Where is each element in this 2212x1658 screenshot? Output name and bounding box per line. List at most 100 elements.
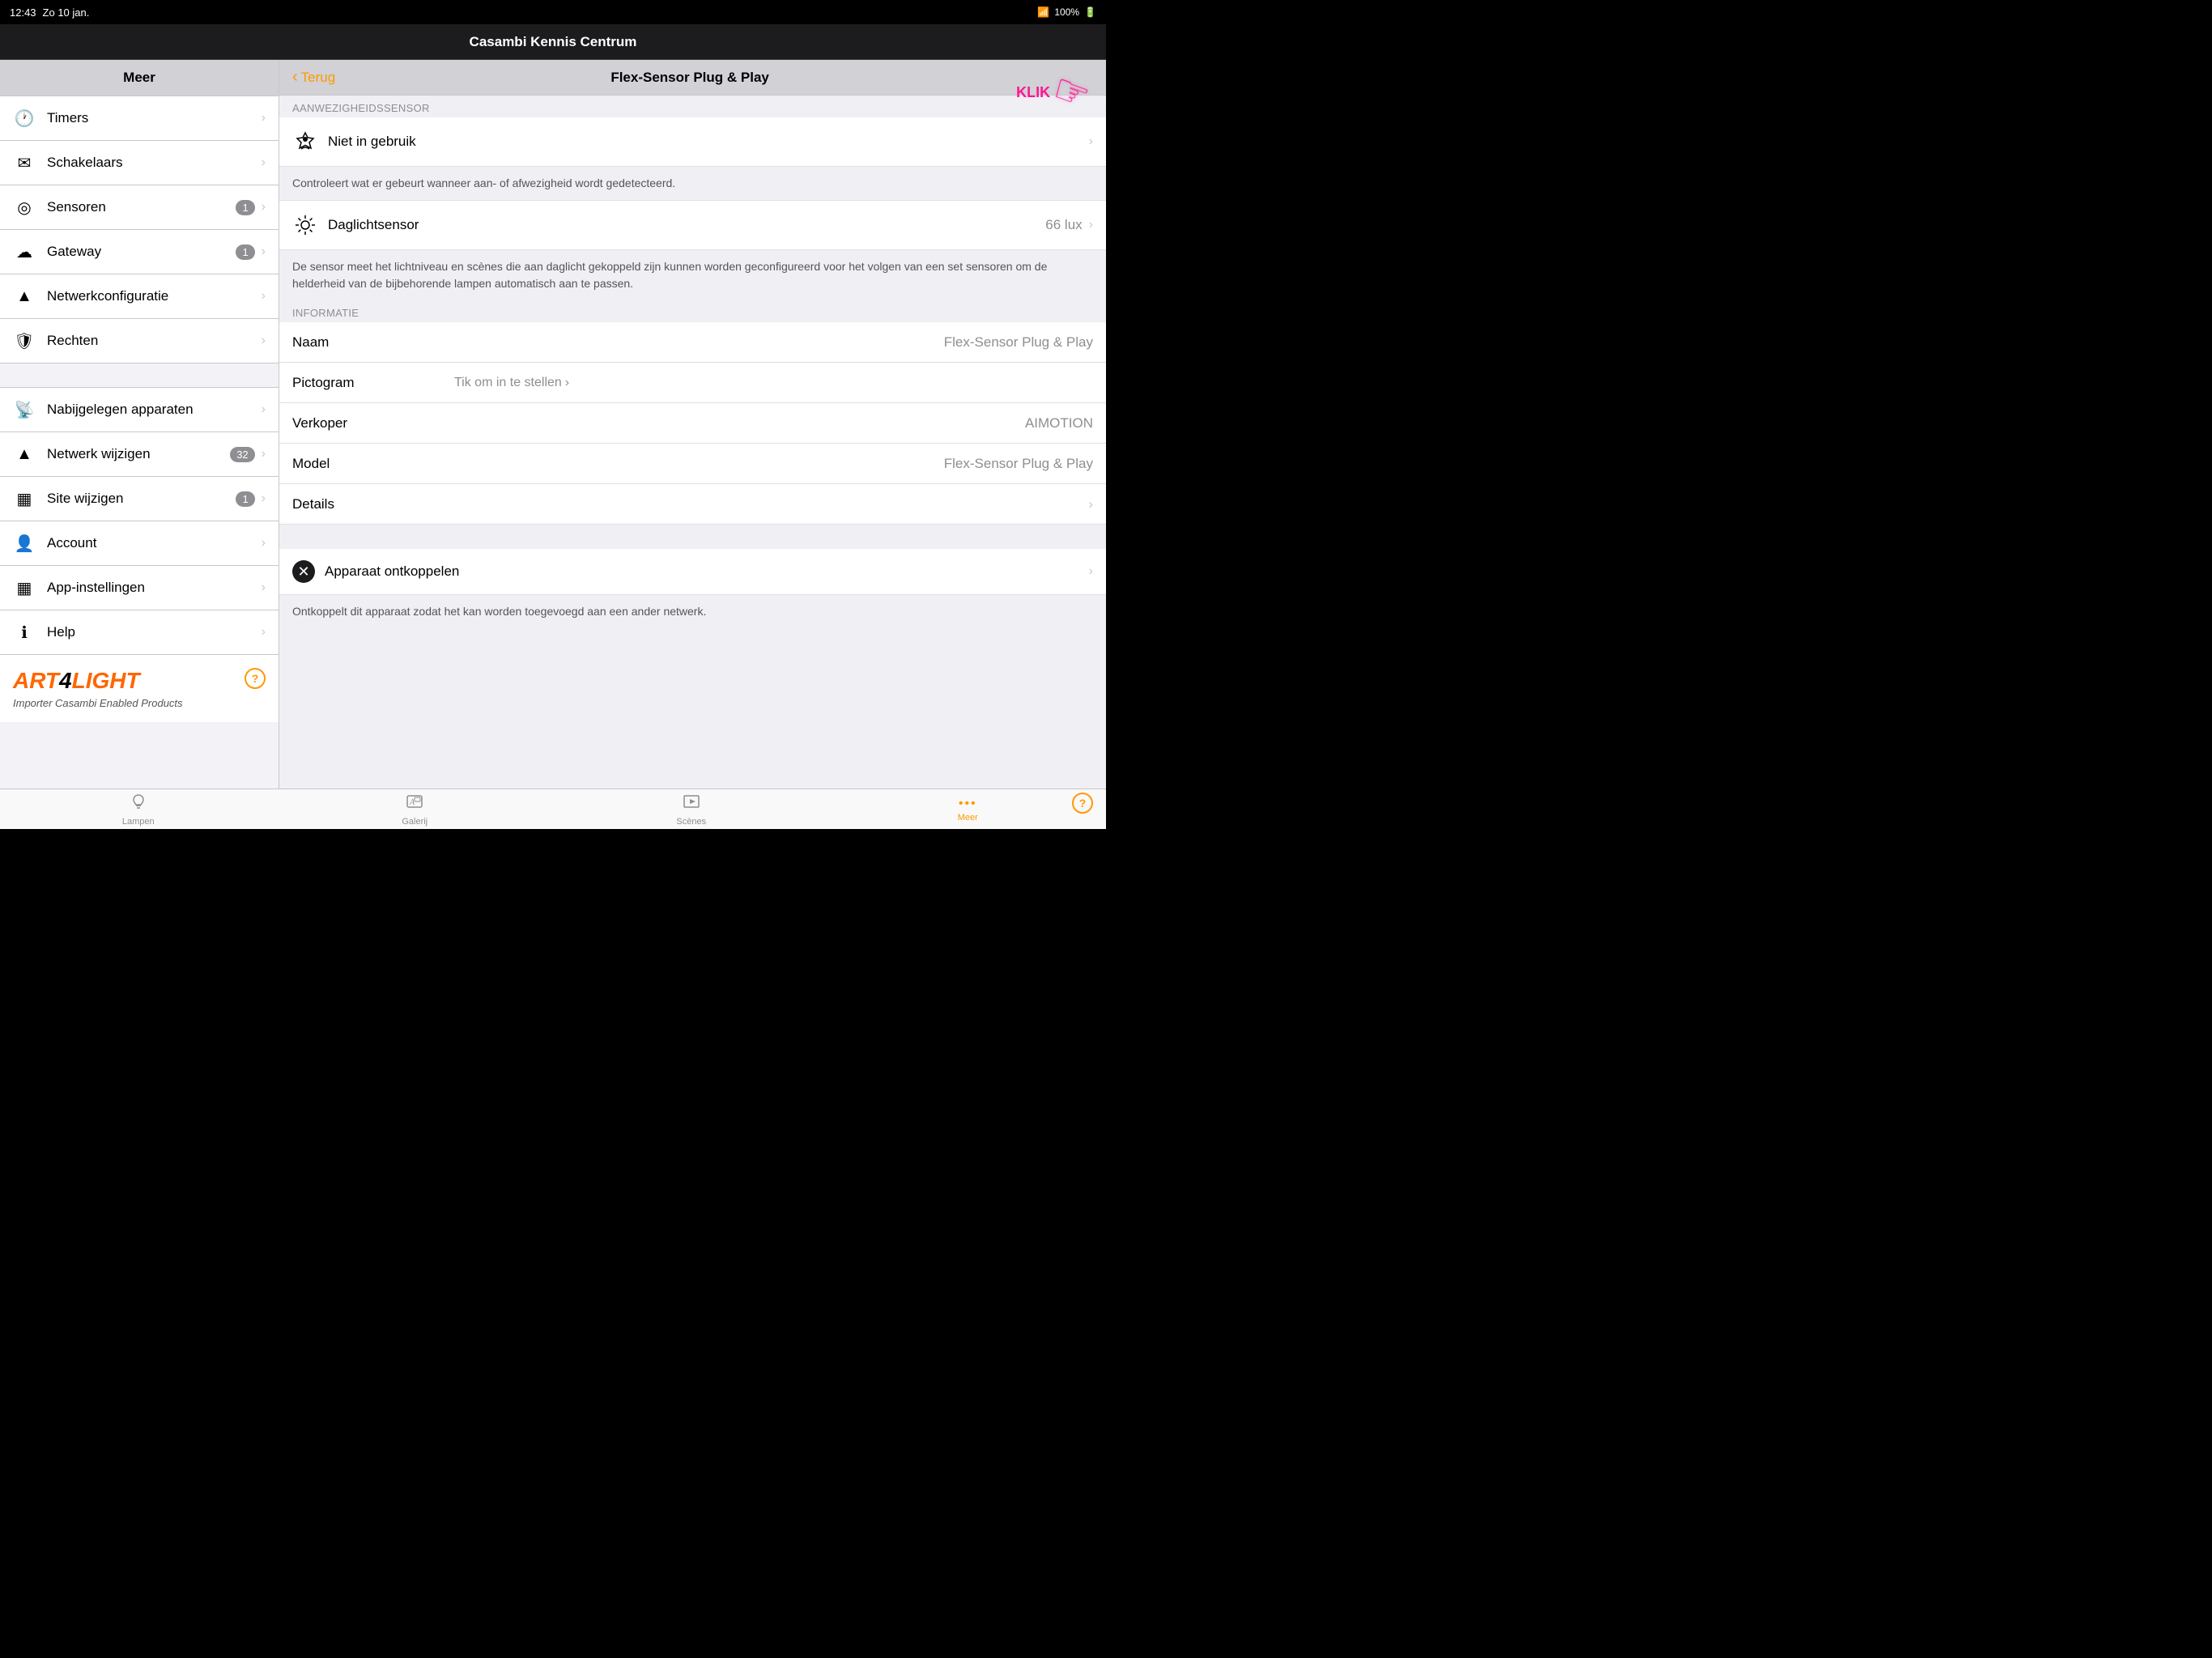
detail-title: Flex-Sensor Plug & Play <box>335 70 1044 86</box>
disconnect-description: Ontkoppelt dit apparaat zodat het kan wo… <box>279 595 1106 628</box>
sidebar-logo: ART4LIGHT Importer Casambi Enabled Produ… <box>0 655 279 722</box>
sidebar-label-nabijgelegen: Nabijgelegen apparaten <box>47 402 262 418</box>
site-wijzigen-chevron: › <box>262 491 266 506</box>
help-icon: ℹ <box>13 621 36 644</box>
tab-galerij[interactable]: A Galerij <box>277 789 554 829</box>
presence-chevron: › <box>1089 134 1093 149</box>
status-bar: 12:43 Zo 10 jan. 📶 100% 🔋 <box>0 0 1106 24</box>
sidebar-item-gateway[interactable]: ☁ Gateway 1 › <box>0 230 279 274</box>
info-value-model: Flex-Sensor Plug & Play <box>454 456 1093 472</box>
netwerk-wijzigen-badge: 32 <box>230 447 254 462</box>
spacer <box>279 525 1106 549</box>
info-label-pictogram: Pictogram <box>292 375 454 391</box>
timers-icon: 🕐 <box>13 107 36 130</box>
detail-nav: ‹ Terug Flex-Sensor Plug & Play <box>279 60 1106 96</box>
sidebar-label-netwerkconfiguratie: Netwerkconfiguratie <box>47 288 262 304</box>
time: 12:43 <box>10 6 36 19</box>
help-bottom-right-button[interactable]: ? <box>1072 793 1093 819</box>
sidebar: Meer 🕐 Timers › ✉ Schakelaars › ◎ Sensor… <box>0 60 279 789</box>
sidebar-header: Meer <box>0 60 279 96</box>
netwerkconfiguratie-icon: ▲ <box>13 285 36 308</box>
gateway-icon: ☁ <box>13 240 36 263</box>
detail-panel: ‹ Terug Flex-Sensor Plug & Play AANWEZIG… <box>279 60 1106 789</box>
sidebar-item-help[interactable]: ℹ Help › <box>0 610 279 655</box>
sidebar-label-site-wijzigen: Site wijzigen <box>47 491 236 507</box>
netwerk-wijzigen-chevron: › <box>262 447 266 461</box>
sidebar-item-netwerk-wijzigen[interactable]: ▲ Netwerk wijzigen 32 › <box>0 432 279 477</box>
sidebar-item-sensoren[interactable]: ◎ Sensoren 1 › <box>0 185 279 230</box>
main-layout: Meer 🕐 Timers › ✉ Schakelaars › ◎ Sensor… <box>0 60 1106 789</box>
sidebar-label-netwerk-wijzigen: Netwerk wijzigen <box>47 446 230 462</box>
back-label: Terug <box>301 70 336 86</box>
section-header-info: INFORMATIE <box>279 300 1106 322</box>
details-chevron: › <box>1088 496 1093 512</box>
sidebar-item-rechten[interactable]: 🛡 Rechten › <box>0 319 279 363</box>
info-row-verkoper: Verkoper AIMOTION <box>279 403 1106 444</box>
presence-label: Niet in gebruik <box>328 134 1089 150</box>
tab-lampen[interactable]: Lampen <box>0 789 277 829</box>
logo-text: ART4LIGHT <box>13 668 183 694</box>
site-wijzigen-icon: ▦ <box>13 487 36 510</box>
daylight-chevron: › <box>1089 218 1093 232</box>
help-chevron: › <box>262 625 266 640</box>
schakelaars-icon: ✉ <box>13 151 36 174</box>
sidebar-label-timers: Timers <box>47 110 262 126</box>
sidebar-item-schakelaars[interactable]: ✉ Schakelaars › <box>0 141 279 185</box>
sidebar-item-account[interactable]: 👤 Account › <box>0 521 279 566</box>
daylight-value: 66 lux <box>1045 217 1082 233</box>
gateway-chevron: › <box>262 244 266 259</box>
rechten-icon: 🛡 <box>13 329 36 352</box>
presence-icon <box>292 129 318 155</box>
sidebar-item-nabijgelegen[interactable]: 📡 Nabijgelegen apparaten › <box>0 388 279 432</box>
sidebar-label-gateway: Gateway <box>47 244 236 260</box>
sidebar-label-schakelaars: Schakelaars <box>47 155 262 171</box>
info-row-details[interactable]: Details › <box>279 484 1106 525</box>
sensoren-icon: ◎ <box>13 196 36 219</box>
sidebar-label-help: Help <box>47 624 262 640</box>
sidebar-item-timers[interactable]: 🕐 Timers › <box>0 96 279 141</box>
info-label-verkoper: Verkoper <box>292 415 454 432</box>
info-value-verkoper: AIMOTION <box>454 415 1093 432</box>
date: Zo 10 jan. <box>43 6 90 19</box>
disconnect-icon: ✕ <box>292 560 315 583</box>
meer-tab-icon: ••• <box>959 797 977 811</box>
status-bar-right: 📶 100% 🔋 <box>1037 6 1096 18</box>
app-instellingen-icon: ▦ <box>13 576 36 599</box>
daylight-icon <box>292 212 318 238</box>
sidebar-item-app-instellingen[interactable]: ▦ App-instellingen › <box>0 566 279 610</box>
app-title: Casambi Kennis Centrum <box>470 34 637 50</box>
rechten-chevron: › <box>262 334 266 348</box>
nabijgelegen-icon: 📡 <box>13 398 36 421</box>
sidebar-divider-1 <box>0 363 279 388</box>
gateway-badge: 1 <box>236 244 254 260</box>
info-row-model: Model Flex-Sensor Plug & Play <box>279 444 1106 484</box>
sidebar-help-button[interactable]: ? <box>245 668 266 694</box>
battery: 100% <box>1054 6 1079 18</box>
schakelaars-chevron: › <box>262 155 266 170</box>
timers-chevron: › <box>262 111 266 125</box>
daylight-row[interactable]: Daglichtsensor 66 lux › <box>279 200 1106 250</box>
disconnect-row[interactable]: ✕ Apparaat ontkoppelen › <box>279 549 1106 595</box>
presence-row[interactable]: Niet in gebruik › <box>279 117 1106 167</box>
info-row-naam: Naam Flex-Sensor Plug & Play <box>279 322 1106 363</box>
sensoren-badge: 1 <box>236 200 254 215</box>
info-row-pictogram[interactable]: Pictogram Tik om in te stellen › <box>279 363 1106 403</box>
daylight-description: De sensor meet het lichtniveau en scènes… <box>279 250 1106 300</box>
battery-icon: 🔋 <box>1084 6 1096 18</box>
disconnect-label: Apparaat ontkoppelen <box>325 563 1089 580</box>
info-value-pictogram[interactable]: Tik om in te stellen › <box>454 376 569 390</box>
tab-meer[interactable]: ••• Meer <box>830 789 1107 829</box>
logo-tagline: Importer Casambi Enabled Products <box>13 697 183 709</box>
info-label-naam: Naam <box>292 334 454 351</box>
account-icon: 👤 <box>13 532 36 555</box>
sidebar-item-netwerkconfiguratie[interactable]: ▲ Netwerkconfiguratie › <box>0 274 279 319</box>
sidebar-item-site-wijzigen[interactable]: ▦ Site wijzigen 1 › <box>0 477 279 521</box>
info-value-naam: Flex-Sensor Plug & Play <box>454 334 1093 351</box>
info-label-model: Model <box>292 456 454 472</box>
tab-label-scenes: Scènes <box>676 817 706 827</box>
sensoren-chevron: › <box>262 200 266 215</box>
back-button[interactable]: ‹ Terug <box>292 68 335 87</box>
tab-scenes[interactable]: Scènes <box>553 789 830 829</box>
netwerk-wijzigen-icon: ▲ <box>13 443 36 466</box>
galerij-tab-icon: A <box>406 793 423 815</box>
